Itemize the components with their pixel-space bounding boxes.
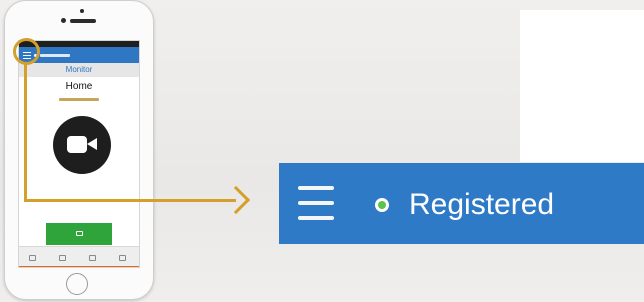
- toolbar-icon-1[interactable]: [29, 255, 36, 261]
- phone-bottom-toolbar: [19, 246, 139, 267]
- front-camera-icon: [80, 9, 84, 13]
- active-tab-indicator: [19, 266, 139, 267]
- toolbar-icon-3[interactable]: [89, 255, 96, 261]
- home-label: Home: [65, 81, 93, 92]
- device-id: [59, 98, 99, 101]
- callout-arrow-vertical: [24, 64, 27, 202]
- callout-arrow-horizontal: [24, 199, 236, 202]
- phone-home-button: [66, 273, 88, 295]
- camera-outline-icon: [76, 231, 83, 236]
- toolbar-icon-4[interactable]: [119, 255, 126, 261]
- phone-screen: Monitor Home: [18, 40, 140, 268]
- video-camera-lens-icon: [87, 138, 97, 150]
- highlight-ring: [13, 38, 40, 65]
- video-camera-button[interactable]: [53, 116, 111, 174]
- sensor-icon: [61, 18, 66, 23]
- status-indicator-icon: [375, 198, 389, 212]
- video-camera-icon: [67, 136, 87, 153]
- background-card: [520, 10, 644, 162]
- hamburger-menu-icon[interactable]: [298, 186, 334, 220]
- speaker-grille: [70, 19, 96, 23]
- phone-status-text: [40, 53, 70, 57]
- live-view-button[interactable]: [46, 223, 112, 245]
- monitor-title: Monitor: [19, 63, 139, 77]
- zoomed-status-bar: Registered: [279, 163, 644, 244]
- registration-status-text: Registered: [409, 188, 555, 221]
- toolbar-icon-2[interactable]: [59, 255, 66, 261]
